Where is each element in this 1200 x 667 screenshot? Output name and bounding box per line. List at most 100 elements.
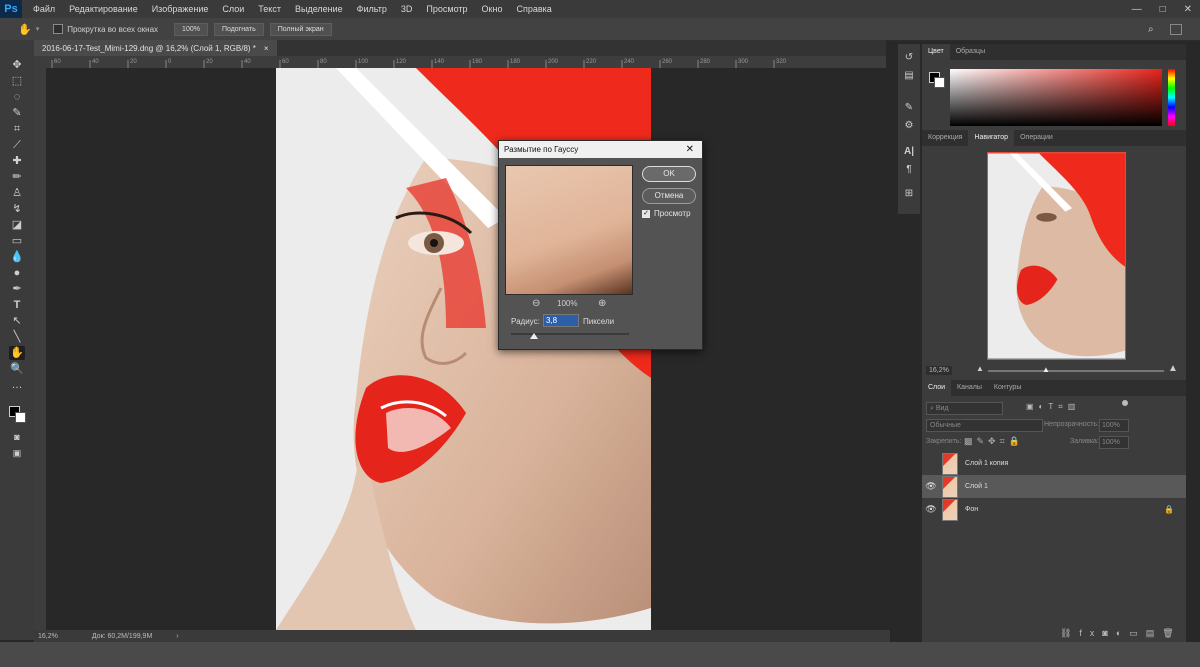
menu-file[interactable]: Файл — [26, 4, 62, 14]
layer-row[interactable]: Слой 1 копия — [922, 452, 1186, 475]
type-tool-icon[interactable]: T — [9, 298, 25, 312]
dialog-close-button[interactable]: ✕ — [686, 144, 694, 155]
canvas-area[interactable] — [46, 68, 886, 630]
eye-icon[interactable]: 👁 — [922, 481, 940, 492]
clone-stamp-tool-icon[interactable]: ♙ — [9, 186, 25, 200]
eyedropper-tool-icon[interactable]: ⟋ — [9, 138, 25, 152]
search-icon[interactable]: ⌕ — [1148, 24, 1154, 35]
screen-mode-icon[interactable]: ▣ — [9, 446, 25, 460]
menu-3d[interactable]: 3D — [394, 4, 420, 14]
cancel-button[interactable]: Отмена — [642, 188, 696, 204]
minimize-button[interactable]: — — [1132, 4, 1142, 15]
tab-paths[interactable]: Контуры — [988, 380, 1027, 396]
navigator-zoom-in-icon[interactable]: ▲ — [1168, 363, 1178, 374]
hand-tool-icon[interactable]: ✋ — [18, 23, 32, 36]
filter-toggle-icon[interactable] — [1122, 400, 1128, 406]
more-tools-icon[interactable]: … — [9, 378, 25, 392]
layer-row[interactable]: 👁 Фон 🔒 — [922, 498, 1186, 521]
tab-color[interactable]: Цвет — [922, 44, 950, 60]
zoom-in-icon[interactable]: ⊕ — [598, 298, 606, 309]
properties-panel-icon[interactable]: ▤ — [901, 70, 917, 84]
zoom-level[interactable]: 16,2% — [38, 633, 58, 640]
color-field[interactable] — [950, 69, 1162, 126]
layer-name[interactable]: Фон — [965, 506, 978, 513]
history-brush-tool-icon[interactable]: ↯ — [9, 202, 25, 216]
status-menu-arrow-icon[interactable]: › — [176, 633, 178, 640]
paragraph-panel-icon[interactable]: ¶ — [901, 164, 917, 178]
menu-help[interactable]: Справка — [509, 4, 558, 14]
crop-tool-icon[interactable]: ⌗ — [9, 122, 25, 136]
healing-brush-tool-icon[interactable]: ✚ — [9, 154, 25, 168]
hue-slider[interactable] — [1168, 69, 1175, 126]
menu-edit[interactable]: Редактирование — [62, 4, 145, 14]
brush-tool-icon[interactable]: ✏ — [9, 170, 25, 184]
zoom-tool-icon[interactable]: 🔍 — [9, 362, 25, 376]
blur-tool-icon[interactable]: 💧 — [9, 250, 25, 264]
marquee-tool-icon[interactable]: ⬚ — [9, 74, 25, 88]
tab-adjustments[interactable]: Коррекция — [922, 130, 968, 146]
fill-value[interactable]: 100% — [1099, 436, 1129, 449]
navigator-thumbnail[interactable] — [987, 152, 1126, 360]
tool-preset-arrow-icon[interactable]: ▾ — [36, 25, 40, 33]
color-panel-background[interactable] — [934, 77, 945, 88]
blur-preview[interactable] — [505, 165, 633, 295]
gradient-tool-icon[interactable]: ▭ — [9, 234, 25, 248]
layer-name[interactable]: Слой 1 копия — [965, 460, 1008, 467]
layer-row[interactable]: 👁 Слой 1 — [922, 475, 1186, 498]
character-panel-icon[interactable]: A| — [901, 146, 917, 160]
layer-filter-search[interactable]: ⌕ Вид — [926, 402, 1003, 415]
scroll-all-option[interactable]: Прокрутка во всех окнах — [53, 24, 158, 34]
hand-tool-icon-active[interactable]: ✋ — [9, 346, 25, 360]
quick-mask-icon[interactable]: ◙ — [9, 430, 25, 444]
maximize-button[interactable]: □ — [1160, 4, 1166, 15]
navigator-zoom[interactable]: 16,2% — [926, 366, 952, 375]
menu-window[interactable]: Окно — [475, 4, 510, 14]
zoom-100-button[interactable]: 100% — [174, 22, 208, 36]
blend-mode-select[interactable]: Обычные — [926, 419, 1043, 432]
navigator-zoom-slider[interactable] — [988, 370, 1164, 372]
glyphs-panel-icon[interactable]: ⊞ — [901, 188, 917, 202]
zoom-out-icon[interactable]: ⊖ — [532, 298, 540, 309]
adjust-panel-icon[interactable]: ⚙ — [901, 120, 917, 134]
workspace-icon[interactable] — [1170, 23, 1182, 35]
radius-slider-handle[interactable] — [530, 333, 538, 339]
move-tool-icon[interactable]: ✥ — [9, 58, 25, 72]
radius-slider-track[interactable] — [511, 333, 629, 335]
document-tab[interactable]: 2016-06-17-Test_Mimi-129.dng @ 16,2% (Сл… — [34, 40, 277, 56]
preview-option[interactable]: ✓ Просмотр — [642, 209, 691, 218]
navigator-slider-handle[interactable]: ▲ — [1042, 365, 1050, 374]
navigator-zoom-out-icon[interactable]: ▲ — [976, 364, 984, 373]
menu-filter[interactable]: Фильтр — [350, 4, 394, 14]
close-window-button[interactable]: ✕ — [1184, 4, 1192, 15]
menu-layers[interactable]: Слои — [215, 4, 251, 14]
fit-screen-button[interactable]: Подогнать — [213, 22, 264, 36]
ok-button[interactable]: OK — [642, 166, 696, 182]
path-select-tool-icon[interactable]: ↖ — [9, 314, 25, 328]
scroll-all-checkbox[interactable] — [53, 24, 64, 34]
lock-icons[interactable]: ▩✎✥⌗🔒 — [964, 436, 1024, 447]
layer-filter-icons[interactable]: ▣◐T⌗▥ — [1026, 402, 1080, 412]
quick-select-tool-icon[interactable]: ✎ — [9, 106, 25, 120]
preview-checkbox[interactable]: ✓ — [642, 209, 650, 218]
tab-channels[interactable]: Каналы — [951, 380, 988, 396]
dodge-tool-icon[interactable]: ● — [9, 266, 25, 280]
tab-navigator[interactable]: Навигатор — [968, 130, 1015, 146]
history-panel-icon[interactable]: ↺ — [901, 52, 917, 66]
pen-tool-icon[interactable]: ✒ — [9, 282, 25, 296]
tab-actions[interactable]: Операции — [1014, 130, 1059, 146]
tab-layers[interactable]: Слои — [922, 380, 952, 396]
menu-image[interactable]: Изображение — [145, 4, 216, 14]
close-tab-button[interactable]: × — [264, 44, 269, 53]
lasso-tool-icon[interactable]: ◌ — [9, 90, 25, 104]
tab-swatches[interactable]: Образцы — [950, 44, 991, 60]
fill-screen-button[interactable]: Полный экран — [269, 22, 332, 36]
menu-type[interactable]: Текст — [251, 4, 288, 14]
layer-name[interactable]: Слой 1 — [965, 483, 988, 490]
background-color-swatch[interactable] — [15, 412, 26, 423]
eye-icon[interactable]: 👁 — [922, 504, 940, 515]
menu-select[interactable]: Выделение — [288, 4, 350, 14]
shape-tool-icon[interactable]: ╲ — [9, 330, 25, 344]
opacity-value[interactable]: 100% — [1099, 419, 1129, 432]
menu-view[interactable]: Просмотр — [419, 4, 474, 14]
eraser-tool-icon[interactable]: ◪ — [9, 218, 25, 232]
